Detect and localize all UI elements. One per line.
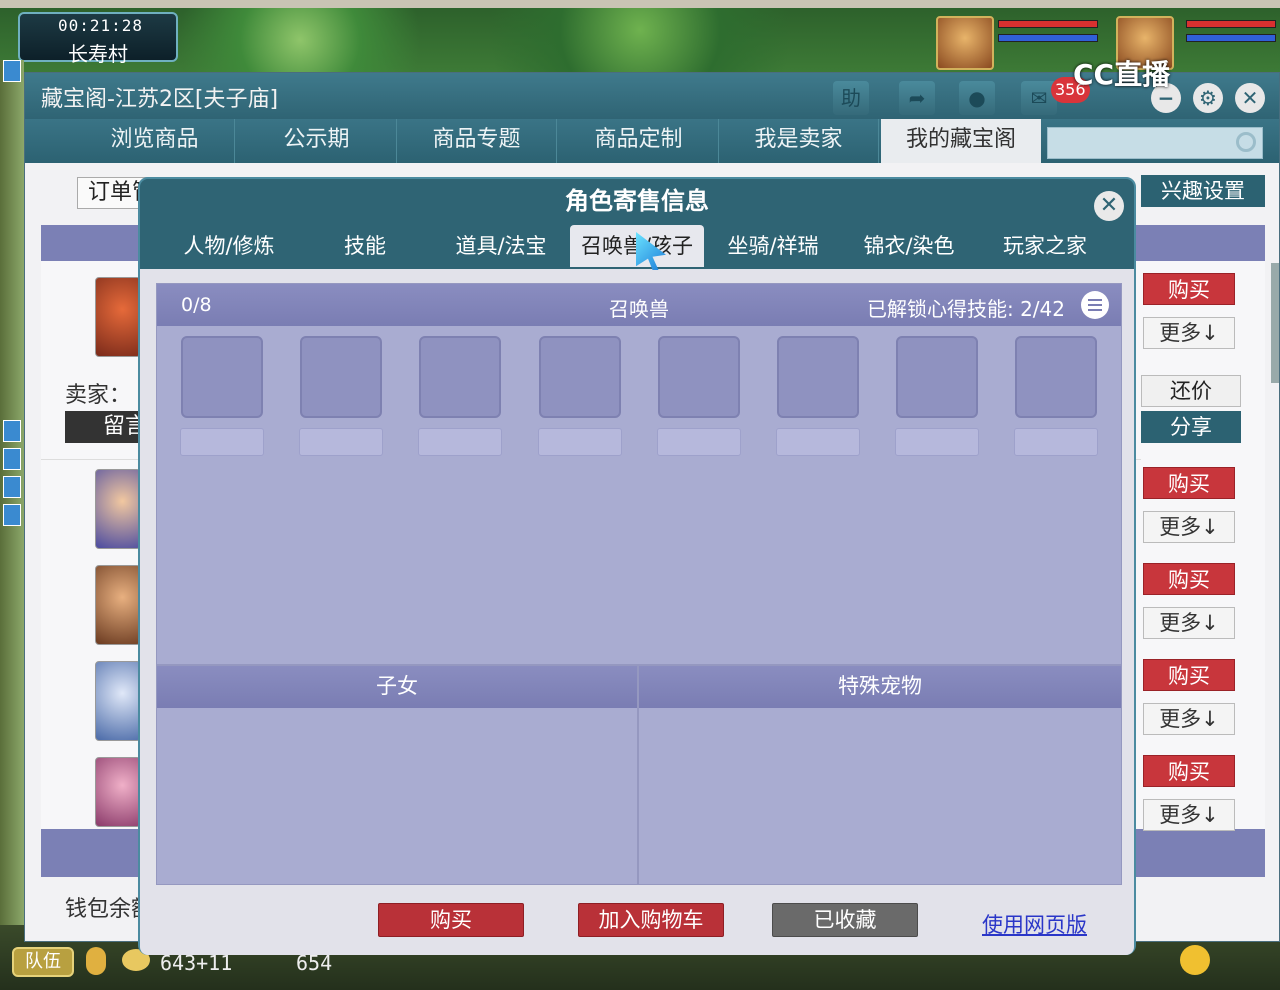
more-button[interactable]: 更多↓ — [1143, 317, 1235, 349]
children-header: 子女 — [157, 666, 637, 708]
game-location: 长寿村 — [68, 42, 128, 66]
tab-mounts[interactable]: 坐骑/祥瑞 — [706, 225, 840, 267]
buy-button[interactable]: 购买 — [1143, 659, 1235, 691]
close-icon[interactable]: ✕ — [1235, 83, 1265, 113]
special-pets-header: 特殊宠物 — [639, 666, 1121, 708]
left-quest-strip — [0, 60, 24, 940]
help-button[interactable]: 助 — [833, 81, 869, 115]
add-to-cart-button[interactable]: 加入购物车 — [578, 903, 724, 937]
web-version-link[interactable]: 使用网页版 — [982, 909, 1087, 939]
team-button[interactable]: 队伍 — [12, 947, 74, 977]
settings-gear-icon[interactable]: ⚙ — [1193, 83, 1223, 113]
pet-mp-bar — [1186, 34, 1276, 42]
character-avatar[interactable] — [95, 469, 141, 549]
more-button[interactable]: 更多↓ — [1143, 799, 1235, 831]
seller-label: 卖家： — [65, 383, 132, 408]
pet-slot[interactable] — [419, 336, 501, 418]
tab-costumes[interactable]: 锦衣/染色 — [842, 225, 976, 267]
pet-slot[interactable] — [1015, 336, 1097, 418]
character-avatar[interactable] — [95, 565, 141, 645]
character-avatar[interactable] — [95, 661, 141, 741]
quest-icon[interactable] — [3, 476, 21, 498]
nav-custom[interactable]: 商品定制 — [559, 119, 719, 163]
tab-player-home[interactable]: 玩家之家 — [978, 225, 1112, 267]
share-button[interactable]: 分享 — [1141, 411, 1241, 443]
share-arrow-icon[interactable]: ➦ — [899, 81, 935, 115]
nav-my-pavilion[interactable]: 我的藏宝阁 — [881, 119, 1041, 163]
pet-slot-name — [776, 428, 860, 456]
tab-skills[interactable]: 技能 — [298, 225, 432, 267]
window-title: 藏宝阁-江苏2区[夫子庙] — [41, 87, 279, 112]
pet-slot[interactable] — [777, 336, 859, 418]
buy-button[interactable]: 购买 — [1143, 755, 1235, 787]
desktop-taskbar-strip — [0, 0, 1280, 8]
player-hp-bar — [998, 20, 1098, 28]
pet-slot[interactable] — [539, 336, 621, 418]
player-portrait[interactable] — [936, 16, 994, 70]
character-avatar[interactable] — [95, 277, 141, 357]
tab-items[interactable]: 道具/法宝 — [434, 225, 568, 267]
pet-slot-name — [299, 428, 383, 456]
player-mp-bar — [998, 34, 1098, 42]
more-button[interactable]: 更多↓ — [1143, 703, 1235, 735]
buy-button[interactable]: 购买 — [1143, 563, 1235, 595]
pet-slot-name — [180, 428, 264, 456]
pet-slot[interactable] — [896, 336, 978, 418]
game-time: 00:21:28 — [58, 16, 144, 35]
more-button[interactable]: 更多↓ — [1143, 607, 1235, 639]
character-avatar[interactable] — [95, 757, 141, 827]
special-pets-panel: 特殊宠物 — [638, 665, 1122, 885]
favorited-button[interactable]: 已收藏 — [772, 903, 918, 937]
quest-icon[interactable] — [3, 504, 21, 526]
nav-topics[interactable]: 商品专题 — [397, 119, 557, 163]
search-input[interactable] — [1047, 127, 1263, 159]
dialog-close-icon[interactable]: ✕ — [1094, 191, 1124, 221]
stream-watermark-logo: CC直播 — [1073, 58, 1171, 91]
bargain-button[interactable]: 还价 — [1141, 375, 1241, 407]
children-panel: 子女 — [156, 665, 638, 885]
pet-slot[interactable] — [300, 336, 382, 418]
role-consignment-dialog: 角色寄售信息 ✕ 人物/修炼 技能 道具/法宝 召唤兽/孩子 坐骑/祥瑞 锦衣/… — [138, 177, 1136, 955]
pet-slot-name — [895, 428, 979, 456]
microphone-icon[interactable] — [86, 947, 106, 975]
buy-button[interactable]: 购买 — [1143, 273, 1235, 305]
pet-slot[interactable] — [181, 336, 263, 418]
dialog-title: 角色寄售信息 — [565, 187, 709, 215]
buy-button[interactable]: 购买 — [378, 903, 524, 937]
pet-slot-name — [418, 428, 502, 456]
quest-icon[interactable] — [3, 448, 21, 470]
nav-seller[interactable]: 我是卖家 — [719, 119, 879, 163]
listing-scrollbar[interactable] — [1271, 263, 1279, 383]
pet-hp-bar — [1186, 20, 1276, 28]
search-icon[interactable] — [1236, 132, 1256, 152]
interest-settings-button[interactable]: 兴趣设置 — [1141, 175, 1265, 207]
nav-browse-goods[interactable]: 浏览商品 — [75, 119, 235, 163]
record-icon[interactable]: ● — [959, 81, 995, 115]
buy-button[interactable]: 购买 — [1143, 467, 1235, 499]
main-nav: 浏览商品 公示期 商品专题 商品定制 我是卖家 我的藏宝阁 — [25, 119, 1279, 163]
quest-icon[interactable] — [3, 60, 21, 82]
list-menu-icon[interactable] — [1081, 291, 1109, 319]
pet-slot-name — [1014, 428, 1098, 456]
tab-character[interactable]: 人物/修炼 — [162, 225, 296, 267]
quest-icon[interactable] — [3, 420, 21, 442]
summoned-beast-panel: 0/8 召唤兽 已解锁心得技能: 2/42 — [156, 283, 1122, 665]
pet-slot-name — [538, 428, 622, 456]
pet-slot-name — [657, 428, 741, 456]
emote-icon[interactable] — [1180, 945, 1210, 975]
unlocked-skills-count: 已解锁心得技能: 2/42 — [866, 297, 1065, 321]
more-button[interactable]: 更多↓ — [1143, 511, 1235, 543]
summoned-beast-header: 0/8 召唤兽 已解锁心得技能: 2/42 — [157, 284, 1121, 326]
nav-public-period[interactable]: 公示期 — [237, 119, 397, 163]
dialog-body: 0/8 召唤兽 已解锁心得技能: 2/42 子女 特殊宠物 购买 加入购物车 已… — [140, 269, 1134, 955]
game-clock-panel: 00:21:28 长寿村 — [18, 12, 178, 66]
pet-slot[interactable] — [658, 336, 740, 418]
